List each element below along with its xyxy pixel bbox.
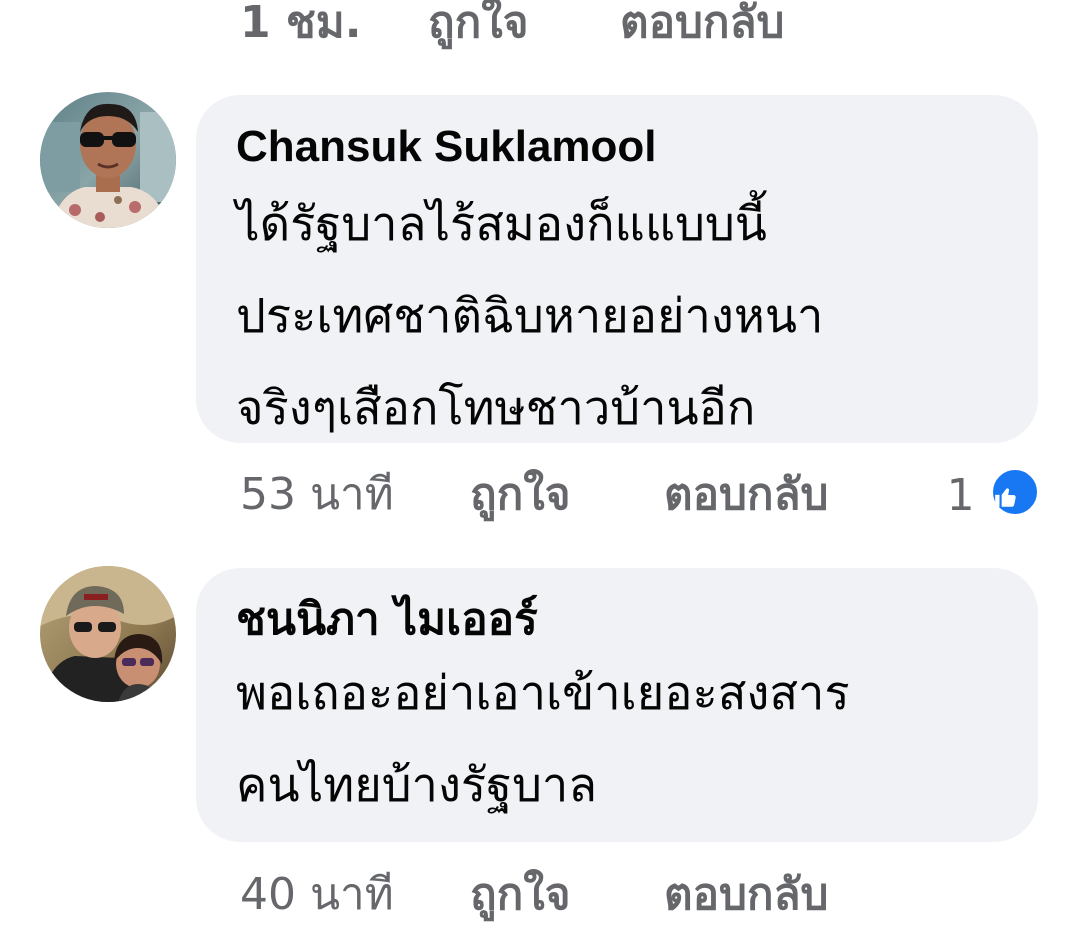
comment-text-line: จริงๆเสือกโทษชาวบ้านอีก (236, 381, 756, 436)
reply-link[interactable]: ตอบกลับ (664, 859, 828, 928)
avatar-photo-icon (40, 92, 176, 228)
comment-text-line: พอเถอะอย่าเอาเข้าเยอะสงสาร (236, 666, 850, 721)
comment-bubble: ชนนิภา ไมเออร์ พอเถอะอย่าเอาเข้าเยอะสงสา… (196, 568, 1038, 842)
like-link[interactable]: ถูกใจ (470, 859, 664, 928)
reaction-count: 1 (946, 470, 975, 521)
comment-actions: 53 นาที ถูกใจ ตอบกลับ 1 (240, 464, 1040, 524)
reply-link[interactable]: ตอบกลับ (664, 459, 944, 529)
like-thumb-icon (990, 467, 1040, 517)
comment-actions: 40 นาที ถูกใจ ตอบกลับ (240, 864, 828, 924)
reply-link[interactable]: ตอบกลับ (620, 0, 784, 57)
like-link[interactable]: ถูกใจ (470, 459, 664, 529)
avatar-photo-icon (40, 566, 176, 702)
comment-text-line: ได้รัฐบาลไร้สมองก็แแบบนี้ (236, 197, 767, 252)
like-link[interactable]: ถูกใจ (428, 0, 620, 57)
avatar[interactable] (40, 566, 176, 702)
comment-timestamp[interactable]: 1 ชม. (240, 0, 428, 57)
comment-bubble: Chansuk Suklamool ได้รัฐบาลไร้สมองก็แแบบ… (196, 95, 1038, 443)
avatar[interactable] (40, 92, 176, 228)
comment-thread: 1 ชม. ถูกใจ ตอบกลับ Chansuk Suklamool ได… (0, 0, 1080, 928)
comment-timestamp[interactable]: 53 นาที (240, 459, 470, 529)
comment-author-name[interactable]: ชนนิภา ไมเออร์ (236, 592, 998, 648)
comment-text-line: คนไทยบ้างรัฐบาล (236, 758, 598, 813)
comment-author-name[interactable]: Chansuk Suklamool (236, 119, 998, 175)
comment-timestamp[interactable]: 40 นาที (240, 859, 470, 928)
reaction-summary[interactable]: 1 (947, 467, 1040, 521)
comment-text-line: ประเทศชาติฉิบหายอย่างหนา (236, 289, 824, 344)
previous-comment-actions: 1 ชม. ถูกใจ ตอบกลับ (240, 0, 784, 52)
